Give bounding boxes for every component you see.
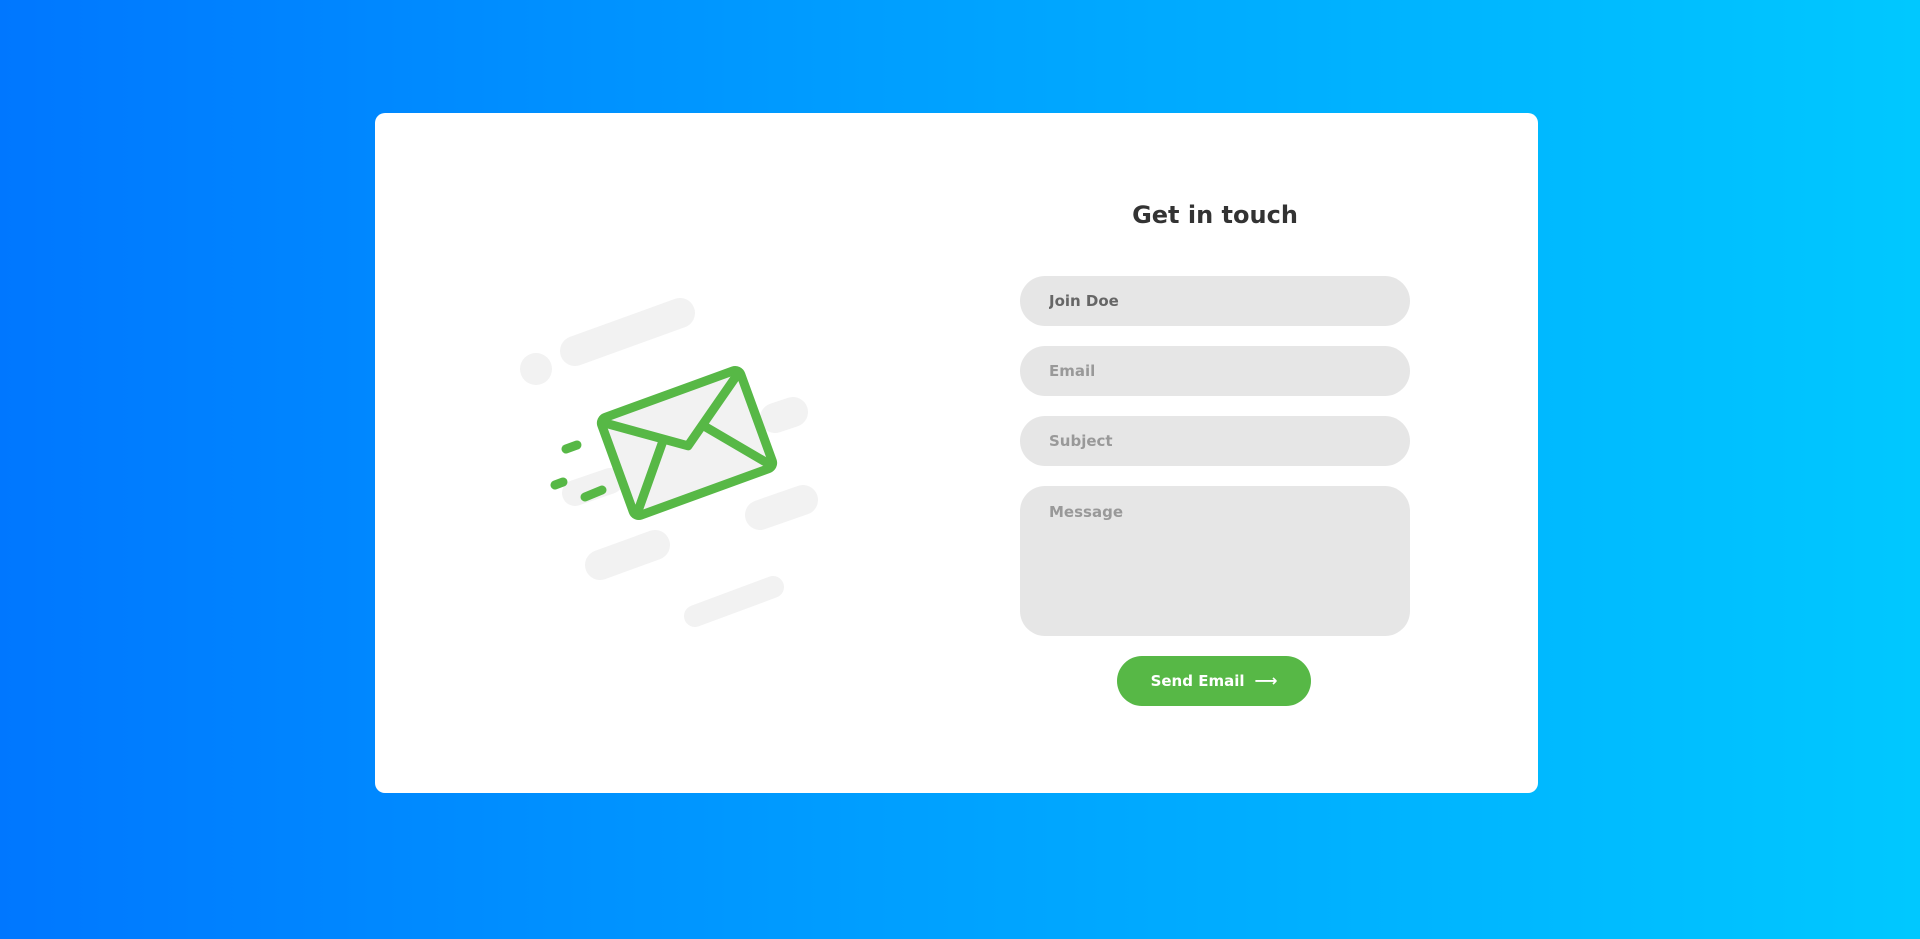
- contact-form: Get in touch Send Email ⟶: [1020, 113, 1410, 793]
- send-email-label: Send Email: [1150, 672, 1245, 690]
- subject-input[interactable]: [1020, 416, 1410, 466]
- decorative-dot: [520, 353, 552, 385]
- send-email-button[interactable]: Send Email ⟶: [1117, 656, 1311, 706]
- contact-card: Get in touch Send Email ⟶: [375, 113, 1538, 793]
- email-input[interactable]: [1020, 346, 1410, 396]
- email-illustration: [375, 113, 955, 793]
- name-input[interactable]: [1020, 276, 1410, 326]
- envelope-illustration: [520, 298, 818, 627]
- form-title: Get in touch: [1132, 201, 1298, 229]
- envelope-icon: [596, 366, 778, 520]
- message-textarea[interactable]: [1020, 486, 1410, 636]
- arrow-right-icon: ⟶: [1254, 671, 1278, 690]
